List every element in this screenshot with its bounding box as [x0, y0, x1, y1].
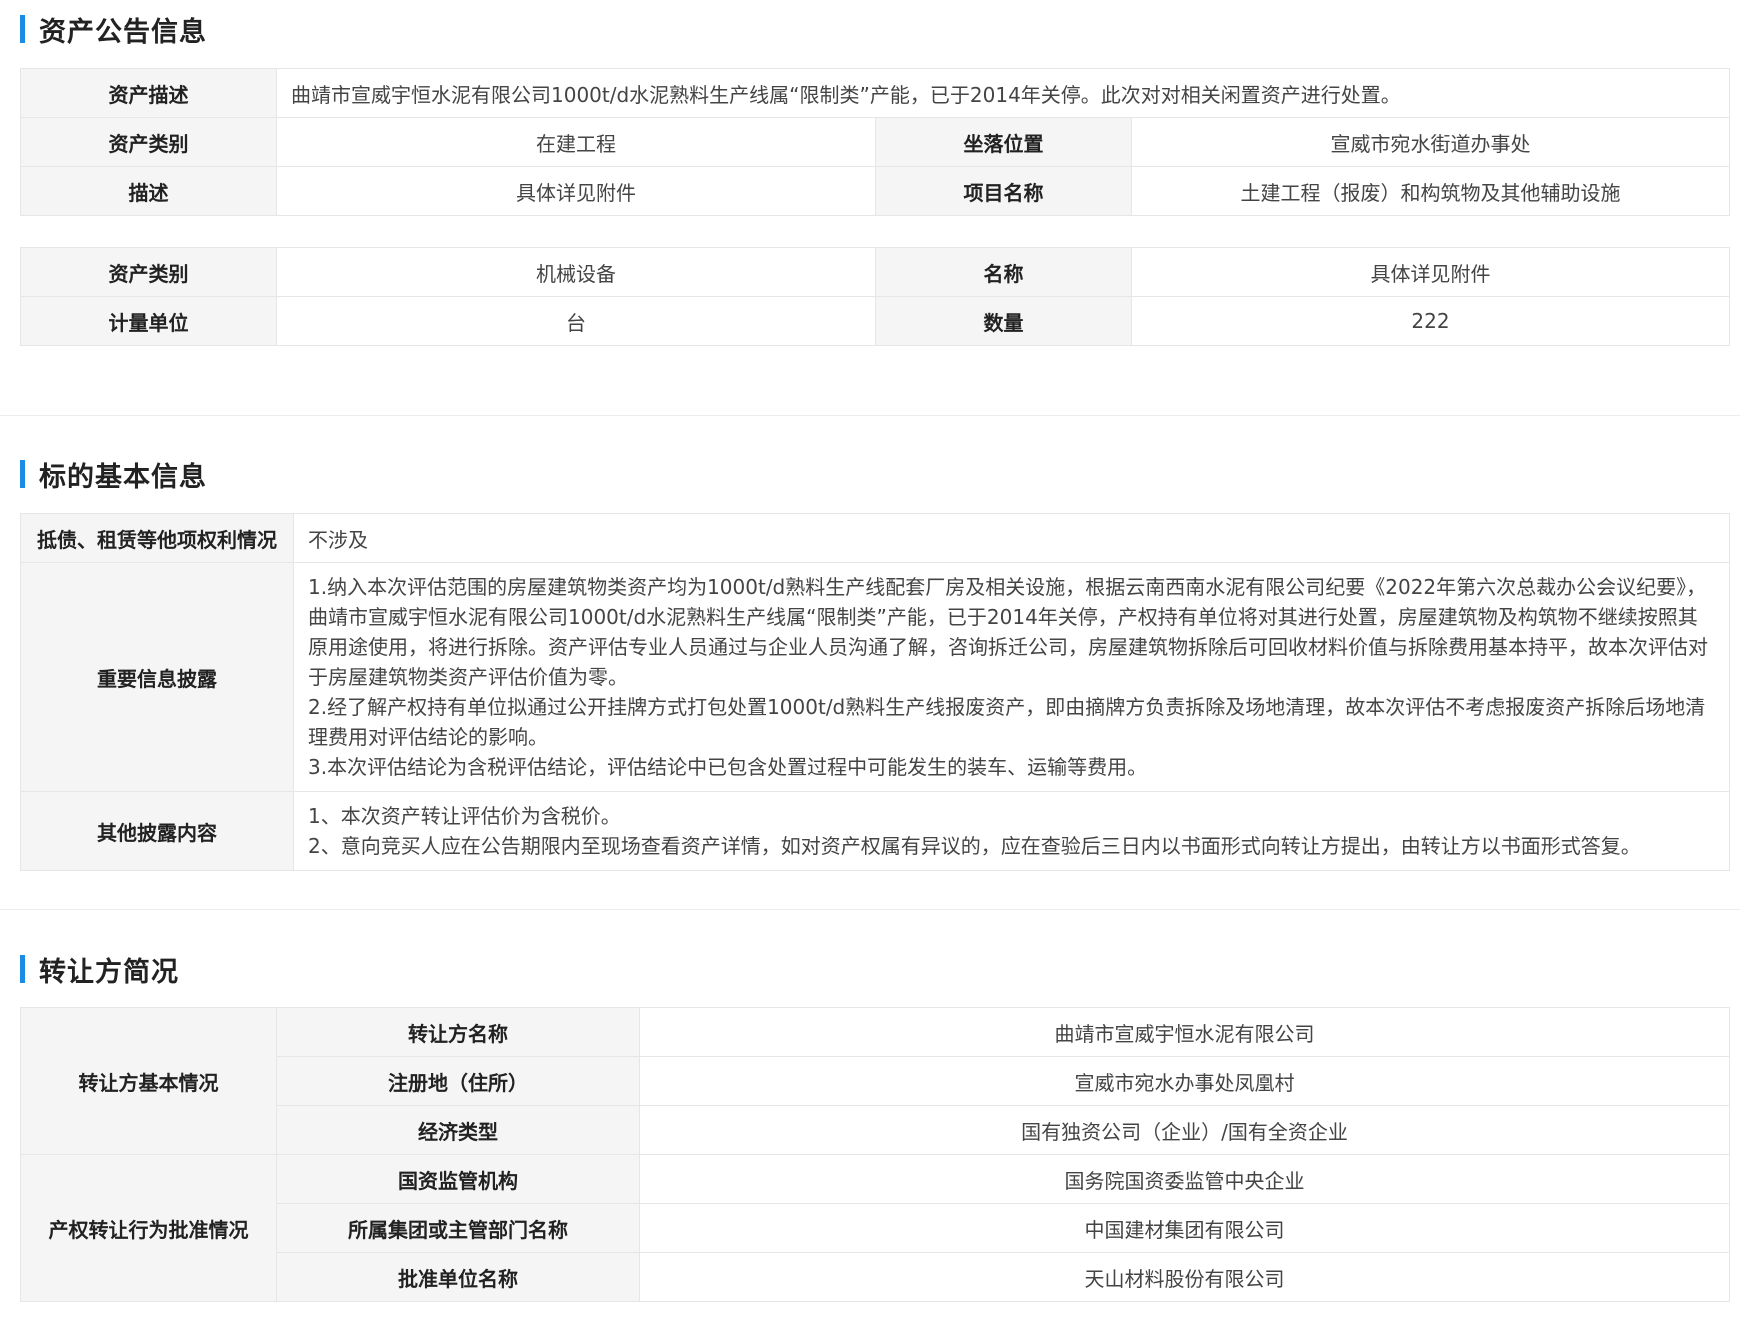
other-disclosure-label: 其他披露内容: [20, 791, 294, 871]
table-row: 产权转让行为批准情况 国资监管机构 国务院国资委监管中央企业: [20, 1154, 1730, 1302]
table-row: 描述 具体详见附件 项目名称 土建工程（报废）和构筑物及其他辅助设施: [20, 166, 1730, 216]
table-row: 资产描述 曲靖市宣威宇恒水泥有限公司1000t/d水泥熟料生产线属“限制类”产能…: [20, 68, 1730, 118]
table-row: 计量单位 台 数量 222: [20, 296, 1730, 346]
unit-label: 计量单位: [20, 296, 277, 346]
location-value: 宣威市宛水街道办事处: [1131, 117, 1730, 167]
disclosure-line: 1.纳入本次评估范围的房屋建筑物类资产均为1000t/d熟料生产线配套厂房及相关…: [308, 575, 1708, 689]
location-label: 坐落位置: [875, 117, 1132, 167]
table-row: 转让方基本情况 转让方名称 曲靖市宣威宇恒水泥有限公司: [20, 1007, 1730, 1155]
asset-machinery-table: 资产类别 机械设备 名称 具体详见附件 计量单位 台 数量 222: [20, 247, 1730, 346]
unit-value: 台: [276, 296, 876, 346]
table-row: 资产类别 在建工程 坐落位置 宣威市宛水街道办事处: [20, 117, 1730, 167]
transferor-basic-group-label: 转让方基本情况: [20, 1007, 277, 1155]
table-row: 所属集团或主管部门名称 中国建材集团有限公司: [21, 1203, 1730, 1253]
disclosure-content: 1.纳入本次评估范围的房屋建筑物类资产均为1000t/d熟料生产线配套厂房及相关…: [293, 562, 1730, 792]
rights-label: 抵债、租赁等他项权利情况: [20, 513, 294, 563]
registered-address-label: 注册地（住所）: [276, 1056, 640, 1106]
parent-group-label: 所属集团或主管部门名称: [276, 1203, 640, 1253]
table-row: 重要信息披露 1.纳入本次评估范围的房屋建筑物类资产均为1000t/d熟料生产线…: [20, 562, 1730, 792]
project-name-value: 土建工程（报废）和构筑物及其他辅助设施: [1131, 166, 1730, 216]
quantity-value: 222: [1131, 296, 1730, 346]
table-row: 经济类型 国有独资公司（企业）/国有全资企业: [21, 1105, 1730, 1155]
asset-description-label: 资产描述: [20, 68, 277, 118]
disclosure-line: 2.经了解产权持有单位拟通过公开挂牌方式打包处置1000t/d熟料生产线报废资产…: [308, 695, 1706, 749]
quantity-label: 数量: [875, 296, 1132, 346]
asset-category-label: 资产类别: [20, 117, 277, 167]
registered-address-value: 宣威市宛水办事处凤凰村: [639, 1056, 1730, 1106]
asset-description-table: 资产描述 曲靖市宣威宇恒水泥有限公司1000t/d水泥熟料生产线属“限制类”产能…: [20, 68, 1730, 118]
table-row: 抵债、租赁等他项权利情况 不涉及: [20, 513, 1730, 563]
approver-value: 天山材料股份有限公司: [639, 1252, 1730, 1302]
desc-value: 具体详见附件: [276, 166, 876, 216]
parent-group-value: 中国建材集团有限公司: [639, 1203, 1730, 1253]
economic-type-value: 国有独资公司（企业）/国有全资企业: [639, 1105, 1730, 1155]
section-divider: [0, 415, 1740, 416]
transferor-name-value: 曲靖市宣威宇恒水泥有限公司: [639, 1007, 1730, 1057]
section-title-text: 转让方简况: [39, 956, 179, 988]
disclosure-line: 3.本次评估结论为含税评估结论，评估结论中已包含处置过程中可能发生的装车、运输等…: [308, 755, 1148, 779]
asset-category-value: 机械设备: [276, 247, 876, 297]
table-row: 注册地（住所） 宣威市宛水办事处凤凰村: [21, 1056, 1730, 1106]
table-row: 资产类别 机械设备 名称 具体详见附件: [20, 247, 1730, 297]
section-title-text: 资产公告信息: [39, 16, 207, 48]
table-row: 其他披露内容 1、本次资产转让评估价为含税价。 2、意向竞买人应在公告期限内至现…: [20, 791, 1730, 871]
disclosure-label: 重要信息披露: [20, 562, 294, 792]
approval-group-label: 产权转让行为批准情况: [20, 1154, 277, 1302]
supervisor-label: 国资监管机构: [276, 1154, 640, 1204]
other-disclosure-content: 1、本次资产转让评估价为含税价。 2、意向竞买人应在公告期限内至现场查看资产详情…: [293, 791, 1730, 871]
asset-description-value: 曲靖市宣威宇恒水泥有限公司1000t/d水泥熟料生产线属“限制类”产能，已于20…: [276, 68, 1730, 118]
target-info-table: 抵债、租赁等他项权利情况 不涉及 重要信息披露 1.纳入本次评估范围的房屋建筑物…: [20, 513, 1730, 871]
section-accent-bar: [20, 15, 25, 43]
section-accent-bar: [20, 460, 25, 488]
project-name-label: 项目名称: [875, 166, 1132, 216]
section-title-asset-notice: 资产公告信息: [20, 12, 207, 48]
asset-category-value: 在建工程: [276, 117, 876, 167]
asset-construction-table: 资产类别 在建工程 坐落位置 宣威市宛水街道办事处 描述 具体详见附件 项目名称…: [20, 117, 1730, 216]
section-title-text: 标的基本信息: [39, 461, 207, 493]
approver-label: 批准单位名称: [276, 1252, 640, 1302]
section-divider: [0, 909, 1740, 910]
other-disclosure-line: 1、本次资产转让评估价为含税价。: [308, 804, 621, 828]
economic-type-label: 经济类型: [276, 1105, 640, 1155]
transferor-name-label: 转让方名称: [276, 1007, 640, 1057]
asset-category-label: 资产类别: [20, 247, 277, 297]
section-title-transferor: 转让方简况: [20, 952, 179, 988]
table-row: 批准单位名称 天山材料股份有限公司: [21, 1252, 1730, 1302]
other-disclosure-line: 2、意向竞买人应在公告期限内至现场查看资产详情，如对资产权属有异议的，应在查验后…: [308, 834, 1641, 858]
section-accent-bar: [20, 955, 25, 983]
supervisor-value: 国务院国资委监管中央企业: [639, 1154, 1730, 1204]
name-value: 具体详见附件: [1131, 247, 1730, 297]
desc-label: 描述: [20, 166, 277, 216]
name-label: 名称: [875, 247, 1132, 297]
section-title-target-info: 标的基本信息: [20, 457, 207, 493]
rights-value: 不涉及: [293, 513, 1730, 563]
transferor-table: 转让方基本情况 转让方名称 曲靖市宣威宇恒水泥有限公司 注册地（住所） 宣威市宛…: [20, 1007, 1730, 1302]
